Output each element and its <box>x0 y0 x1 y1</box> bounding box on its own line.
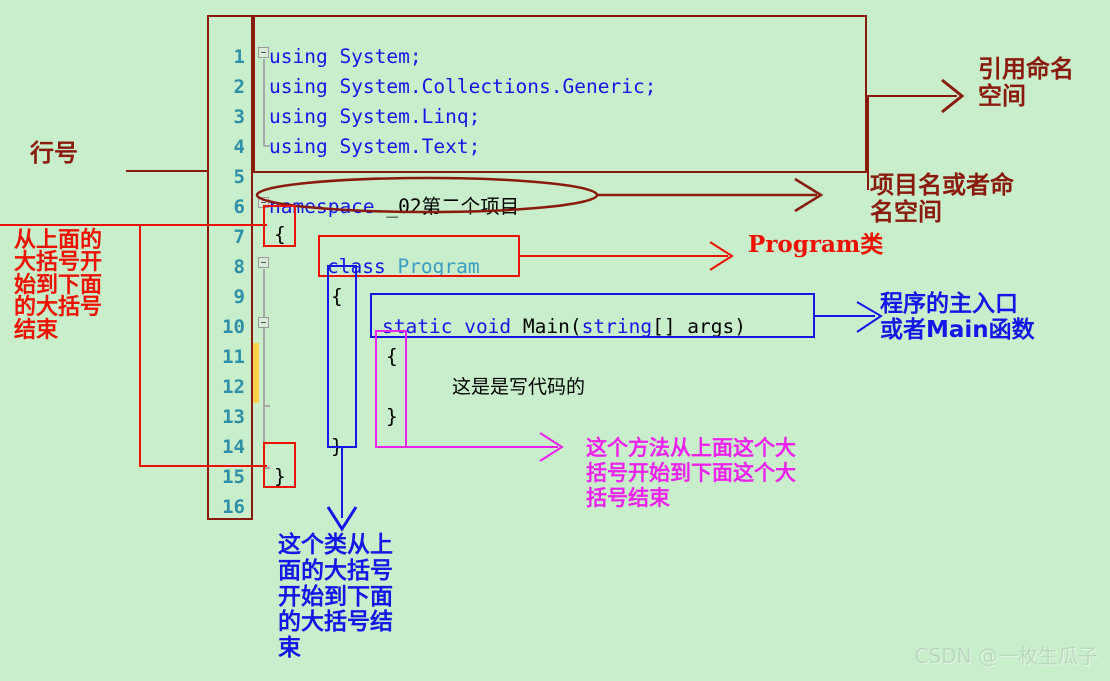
fold-end-tick <box>263 405 270 407</box>
line-number-annotation-label: 行号 <box>30 139 78 167</box>
line-number-leader-line <box>126 170 208 172</box>
namespace-annotation-label: 项目名或者命 名空间 <box>870 171 1014 226</box>
fold-toggle-icon[interactable] <box>258 257 269 268</box>
fold-toggle-icon[interactable] <box>258 317 269 328</box>
line-number-highlight-box <box>207 15 253 520</box>
namespace-bracket-top <box>139 224 267 226</box>
namespace-block-annotation-label: 从上面的 大括号开 始到下面 的大括号 结束 <box>14 228 103 343</box>
line7-connector <box>0 224 142 226</box>
using-arrowhead-icon <box>941 78 965 114</box>
class-annotation-label: Program类 <box>748 231 884 258</box>
method-block-leader-arrow <box>406 432 564 462</box>
main-annotation-label: 程序的主入口 或者Main函数 <box>880 291 1035 343</box>
method-block-annotation-label: 这个方法从上面这个大 括号开始到下面这个大 括号结束 <box>586 436 796 510</box>
code-line-12: 这是是写代码的 <box>452 376 586 398</box>
namespace-bracket-side <box>139 224 141 467</box>
class-leader-arrow <box>520 241 734 271</box>
namespace-close-brace-box <box>263 442 296 488</box>
watermark: CSDN @一枚生瓜子 <box>914 644 1098 668</box>
method-body-brace-box <box>375 330 407 448</box>
change-marker-bar <box>253 343 259 403</box>
fold-guide-line <box>263 269 265 469</box>
namespace-open-brace-box <box>263 205 296 247</box>
using-block-highlight-box <box>253 15 867 173</box>
class-block-annotation-label: 这个类从上 面的大括号 开始到下面 的大括号结 束 <box>278 532 393 661</box>
class-body-brace-box <box>327 265 357 448</box>
using-annotation-label: 引用命名 空间 <box>978 55 1074 110</box>
namespace-bracket-bottom-dup <box>139 465 267 467</box>
annotated-code-diagram: 1 2 3 4 5 6 7 8 9 10 11 12 13 14 15 16 u… <box>0 0 1110 681</box>
main-signature-box <box>370 293 815 338</box>
namespace-ellipse-and-arrow <box>255 176 824 214</box>
